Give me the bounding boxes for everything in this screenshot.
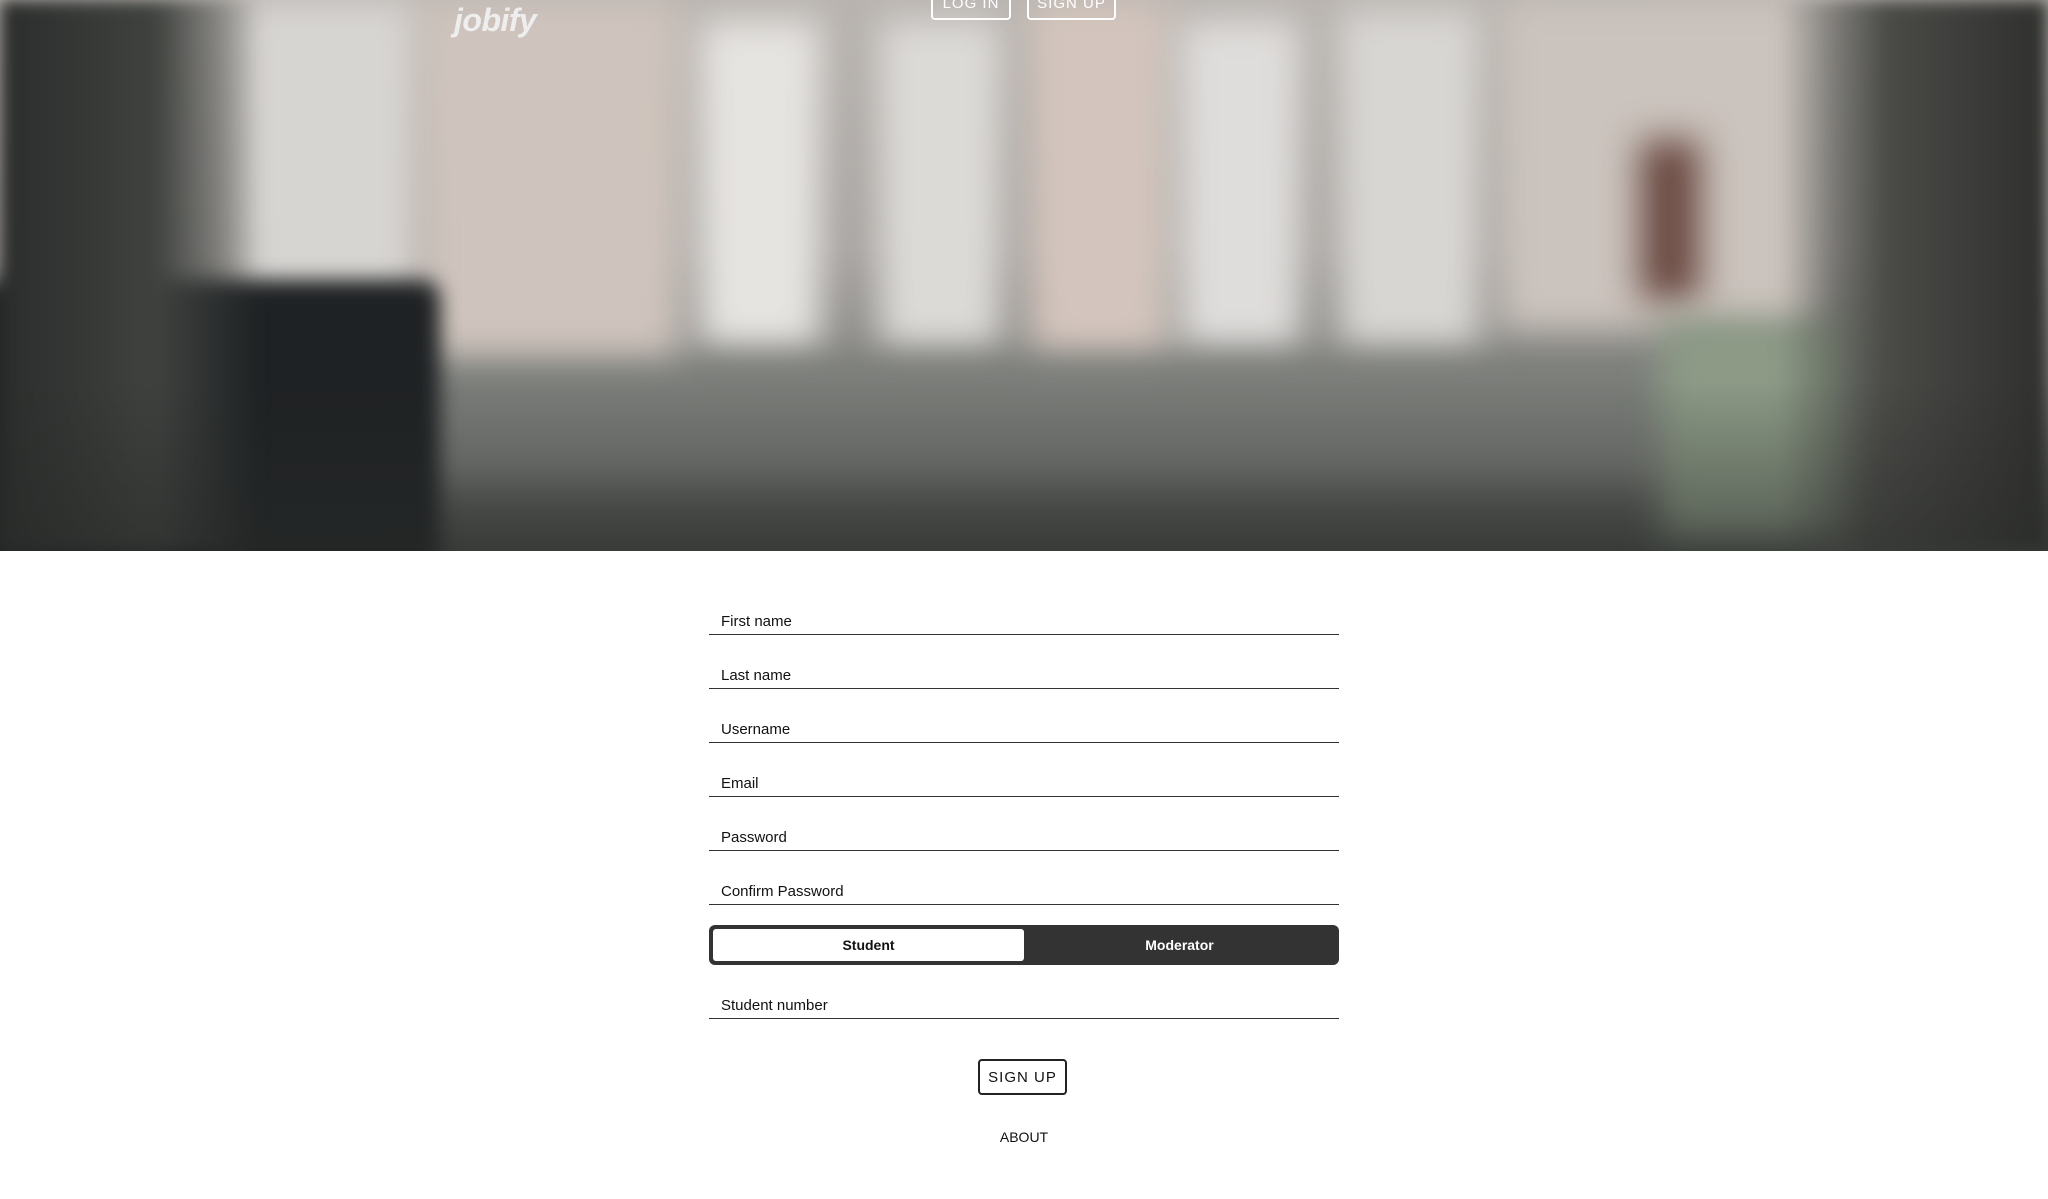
signup-submit-button[interactable]: SIGN UP [978, 1059, 1067, 1095]
last-name-field [709, 651, 1339, 689]
email-input[interactable] [721, 775, 1321, 792]
username-field [709, 705, 1339, 743]
header-signup-button[interactable]: SIGN UP [1027, 0, 1116, 20]
student-number-input[interactable] [721, 997, 1321, 1014]
about-link[interactable]: ABOUT [0, 1129, 2048, 1145]
role-toggle: Student Moderator [709, 925, 1339, 965]
brand-logo[interactable]: jobify [454, 2, 537, 39]
confirm-password-field [709, 867, 1339, 905]
first-name-input[interactable] [721, 613, 1321, 630]
username-input[interactable] [721, 721, 1321, 738]
role-option-moderator[interactable]: Moderator [1024, 929, 1335, 961]
login-button[interactable]: LOG IN [931, 0, 1011, 20]
password-input[interactable] [721, 829, 1321, 846]
role-option-student[interactable]: Student [713, 929, 1024, 961]
hero-banner: jobify LOG IN SIGN UP [0, 0, 2048, 551]
password-field [709, 813, 1339, 851]
confirm-password-input[interactable] [721, 883, 1321, 900]
last-name-input[interactable] [721, 667, 1321, 684]
email-field [709, 759, 1339, 797]
first-name-field [709, 597, 1339, 635]
student-number-field [709, 981, 1339, 1019]
